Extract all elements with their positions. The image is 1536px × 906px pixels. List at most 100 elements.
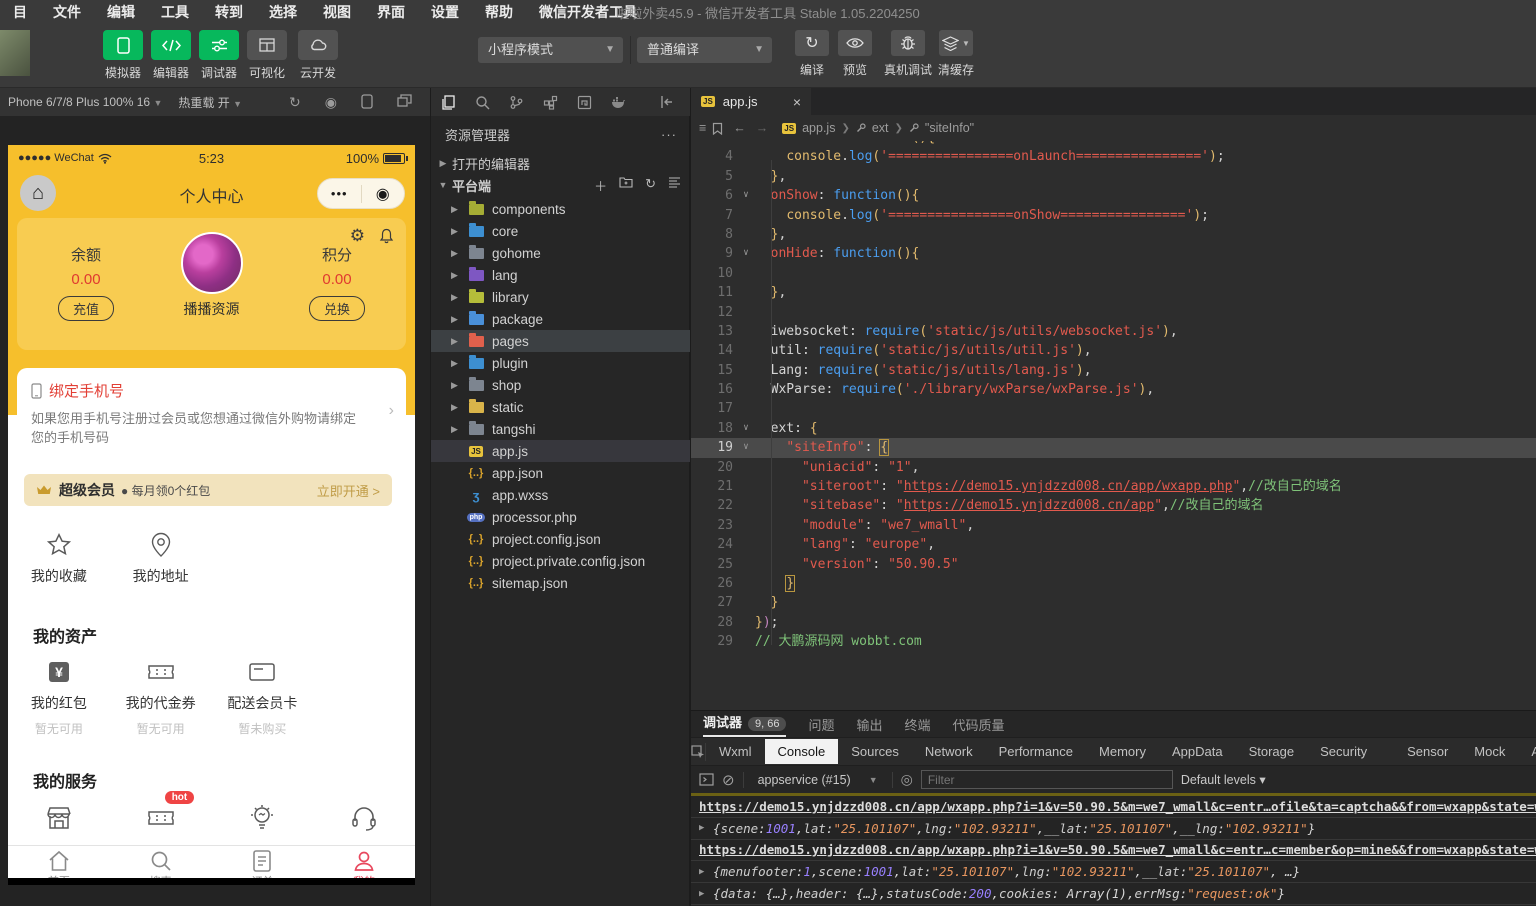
capsule-menu[interactable]: ••• ◉ [317, 178, 405, 209]
folder-lang[interactable]: ▶lang [431, 264, 691, 286]
folder-core[interactable]: ▶core [431, 220, 691, 242]
context-select[interactable]: appservice (#15)▼ [752, 771, 884, 789]
grid-item[interactable] [313, 803, 415, 833]
code-line-15[interactable]: 15 Lang: require('static/js/utils/lang.j… [691, 361, 1536, 380]
清缓存-button[interactable]: ▼清缓存 [938, 30, 974, 78]
vip-banner[interactable]: 超级会员 ● 每月领0个红包 立即开通 > [24, 474, 392, 506]
code-line-13[interactable]: 13 iwebsocket: require('static/js/utils/… [691, 322, 1536, 341]
mode-select[interactable]: 小程序模式▼ [478, 37, 623, 63]
more-icon[interactable]: ••• [318, 186, 361, 201]
devtools-tab-AppData[interactable]: AppData [1159, 739, 1236, 764]
record-icon[interactable]: ◉ [325, 94, 337, 111]
grid-item-我的地址[interactable]: 我的地址 [110, 530, 212, 586]
exchange-button[interactable]: 兑换 [309, 296, 365, 321]
folder-pages[interactable]: ▶pages [431, 330, 691, 352]
close-icon[interactable]: × [793, 94, 801, 110]
open-editors-section[interactable]: ▶打开的编辑器 [431, 152, 691, 174]
file-app.json[interactable]: {..}app.json [431, 462, 691, 484]
code-line-29[interactable]: 29// 大鹏源码网 wobbt.com [691, 632, 1536, 651]
bookmark-icon[interactable] [712, 122, 723, 135]
devtools-tab-Sources[interactable]: Sources [838, 739, 912, 764]
code-line-28[interactable]: 28}); [691, 613, 1536, 632]
folder-gohome[interactable]: ▶gohome [431, 242, 691, 264]
phone-frame-icon[interactable] [361, 94, 373, 111]
dock-console-icon[interactable] [699, 773, 714, 786]
tab-首页[interactable]: 首页 [8, 849, 110, 878]
project-root-section[interactable]: ▼平台端 ＋ ↻ [431, 174, 691, 196]
vip-open-button[interactable]: 立即开通 > [317, 481, 380, 500]
outline-icon[interactable]: ≡ [699, 121, 706, 135]
extensions-icon[interactable] [533, 95, 567, 110]
devtools-tab-Mock[interactable]: Mock [1461, 739, 1518, 764]
devtools-tab-Console[interactable]: Console [765, 739, 839, 764]
folder-package[interactable]: ▶package [431, 308, 691, 330]
panel-tab-终端[interactable]: 终端 [905, 715, 931, 734]
code-editor[interactable]: 3 onLaunch: function(){4 console.log('==… [691, 141, 1536, 710]
menu-item-界面[interactable]: 界面 [364, 0, 418, 24]
tab-订单[interactable]: 订单 [212, 849, 314, 878]
nav-forward-icon[interactable]: → [756, 121, 769, 135]
file-app.js[interactable]: JSapp.js [431, 440, 691, 462]
console-log-object[interactable]: ▶{scene: 1001, lat: "25.101107", lng: "1… [691, 818, 1536, 840]
npm-icon[interactable] [567, 95, 601, 110]
menu-item-文件[interactable]: 文件 [40, 0, 94, 24]
folder-plugin[interactable]: ▶plugin [431, 352, 691, 374]
code-line-11[interactable]: 11 }, [691, 283, 1536, 302]
folder-components[interactable]: ▶components [431, 198, 691, 220]
log-link-text[interactable]: https://demo15.ynjdzzd008.cn/app/wxapp.p… [699, 799, 1536, 814]
log-level-select[interactable]: Default levels ▾ [1181, 772, 1266, 787]
code-line-26[interactable]: 26 } [691, 574, 1536, 593]
grid-item-我的收藏[interactable]: 我的收藏 [8, 530, 110, 586]
devtools-tab-Wxml[interactable]: Wxml [706, 739, 765, 764]
inspect-element-icon[interactable] [691, 743, 706, 761]
compile-mode-select[interactable]: 普通编译▼ [637, 37, 772, 63]
file-app.wxss[interactable]: ʒapp.wxss [431, 484, 691, 506]
file-sitemap.json[interactable]: {..}sitemap.json [431, 572, 691, 594]
log-link-text[interactable]: https://demo15.ynjdzzd008.cn/app/wxapp.p… [699, 842, 1536, 857]
编辑器-button[interactable]: 编辑器 [148, 30, 194, 81]
menu-item-帮助[interactable]: 帮助 [472, 0, 526, 24]
folder-shop[interactable]: ▶shop [431, 374, 691, 396]
code-line-20[interactable]: 20 "uniacid": "1", [691, 458, 1536, 477]
multi-window-icon[interactable] [397, 94, 412, 111]
menu-item-编辑[interactable]: 编辑 [94, 0, 148, 24]
search-icon[interactable] [465, 95, 499, 110]
code-line-25[interactable]: 25 "version": "50.90.5" [691, 555, 1536, 574]
code-line-23[interactable]: 23 "module": "we7_wmall", [691, 516, 1536, 535]
collapse-all-icon[interactable] [668, 176, 681, 195]
menu-item-视图[interactable]: 视图 [310, 0, 364, 24]
expand-triangle-icon[interactable]: ▶ [699, 889, 713, 899]
devtools-tab-Storage[interactable]: Storage [1236, 739, 1308, 764]
collapse-sidebar-icon[interactable] [649, 95, 683, 109]
panel-tab-输出[interactable]: 输出 [857, 715, 883, 734]
new-file-icon[interactable]: ＋ [594, 176, 607, 195]
expand-triangle-icon[interactable]: ▶ [699, 867, 713, 877]
code-line-10[interactable]: 10 [691, 264, 1536, 283]
调试器-button[interactable]: 调试器 [196, 30, 242, 81]
code-line-24[interactable]: 24 "lang": "europe", [691, 535, 1536, 554]
console-log-link[interactable]: https://demo15.ynjdzzd008.cn/app/wxapp.p… [691, 796, 1536, 818]
code-line-4[interactable]: 4 console.log('================onLaunch=… [691, 147, 1536, 166]
云开发-button[interactable]: 云开发 [295, 30, 341, 81]
menu-item-工具[interactable]: 工具 [148, 0, 202, 24]
tab-我的[interactable]: 我的 [313, 849, 415, 878]
devtools-tab-Sensor[interactable]: Sensor [1394, 739, 1461, 764]
console-log-link[interactable]: https://demo15.ynjdzzd008.cn/app/wxapp.p… [691, 840, 1536, 862]
new-folder-icon[interactable] [619, 176, 633, 195]
menu-item-目[interactable]: 目 [0, 0, 40, 24]
exit-icon[interactable]: ◉ [362, 184, 405, 204]
docker-icon[interactable] [601, 96, 635, 109]
真机调试-button[interactable]: 真机调试 [884, 30, 932, 78]
panel-tab-代码质量[interactable]: 代码质量 [953, 715, 1005, 734]
file-processor.php[interactable]: phpprocessor.php [431, 506, 691, 528]
breadcrumb[interactable]: ≡ ← → JS app.js❯ ext❯ "siteInfo" [691, 115, 1536, 141]
refresh-icon[interactable]: ↻ [289, 94, 301, 111]
devtools-tab-Audits[interactable]: Audits [1518, 739, 1536, 764]
refresh-tree-icon[interactable]: ↻ [645, 176, 656, 195]
grid-item[interactable] [8, 803, 110, 833]
grid-item[interactable] [212, 803, 314, 833]
user-avatar[interactable] [0, 30, 30, 76]
files-icon[interactable] [431, 95, 465, 110]
menu-item-微信开发者工具[interactable]: 微信开发者工具 [526, 0, 650, 24]
grid-item-我的红包[interactable]: ¥我的红包暂无可用 [8, 657, 110, 737]
